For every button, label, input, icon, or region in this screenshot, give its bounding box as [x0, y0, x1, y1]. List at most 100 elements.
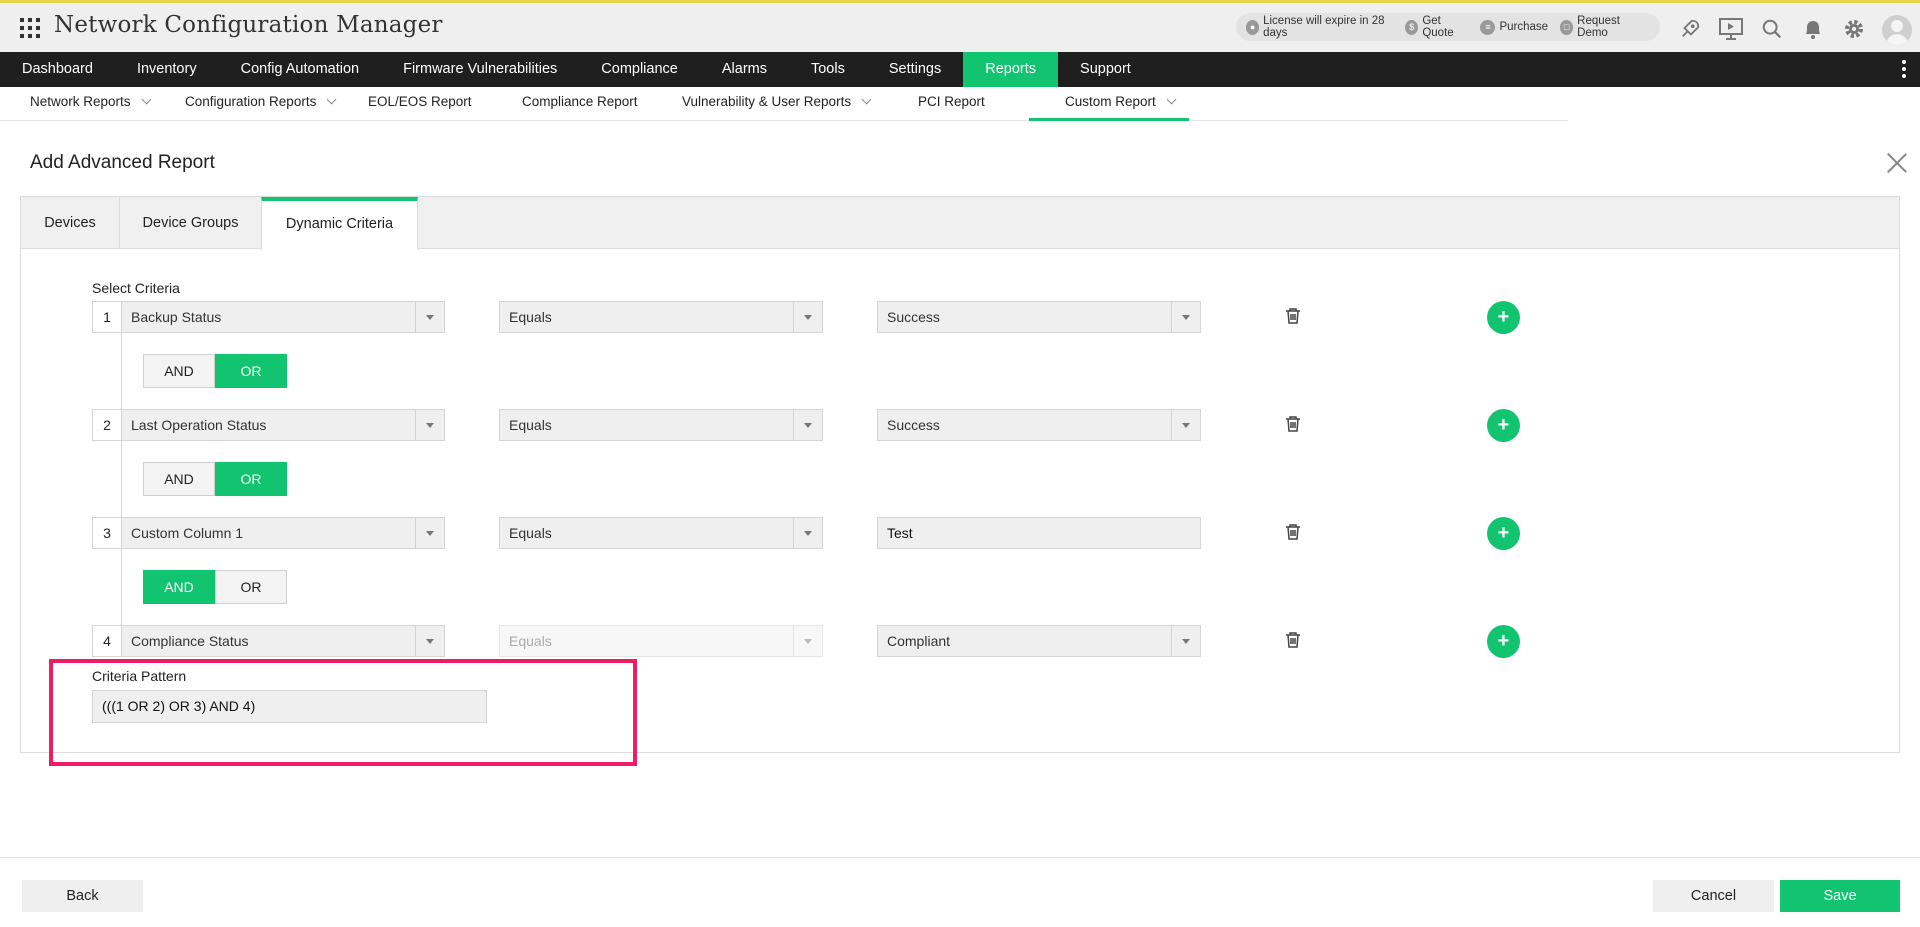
get-quote-link[interactable]: $ Get Quote [1405, 15, 1468, 39]
subnav-network-reports[interactable]: Network Reports [30, 87, 151, 121]
criteria-operator-select[interactable]: Equals [499, 301, 823, 333]
subnav-configuration-reports[interactable]: Configuration Reports [185, 87, 337, 121]
criteria-field-select[interactable]: Custom Column 1 [121, 517, 445, 549]
chevron-down-icon [415, 302, 444, 332]
add-criteria-button[interactable]: + [1487, 409, 1520, 442]
criteria-operator-select[interactable]: Equals [499, 517, 823, 549]
criteria-operator-select[interactable]: Equals [499, 409, 823, 441]
nav-inventory[interactable]: Inventory [115, 52, 219, 87]
chevron-down-icon [415, 626, 444, 656]
criteria-field-value: Last Operation Status [131, 417, 267, 433]
criteria-field-select[interactable]: Backup Status [121, 301, 445, 333]
subnav-custom-report[interactable]: Custom Report [1029, 87, 1189, 121]
tab-device-groups[interactable]: Device Groups [120, 197, 262, 249]
chevron-down-icon [1166, 94, 1177, 105]
trash-icon[interactable] [1284, 307, 1302, 325]
criteria-operator-value: Equals [509, 309, 552, 325]
and-button[interactable]: AND [143, 462, 215, 496]
tab-devices[interactable]: Devices [21, 197, 120, 249]
more-menu-icon[interactable] [1902, 60, 1906, 81]
criteria-field-select[interactable]: Last Operation Status [121, 409, 445, 441]
cart-icon: ≡ [1480, 19, 1496, 35]
criteria-operator-select: Equals [499, 625, 823, 657]
criteria-operator-value: Equals [509, 633, 552, 649]
nav-dashboard[interactable]: Dashboard [0, 52, 115, 87]
criteria-value-input[interactable]: Test [877, 517, 1201, 549]
subnav-vulnerability-user-reports[interactable]: Vulnerability & User Reports [682, 87, 872, 121]
criteria-field-select[interactable]: Compliance Status [121, 625, 445, 657]
subnav-label: Compliance Report [522, 94, 638, 109]
criteria-row-number: 1 [92, 301, 122, 333]
add-criteria-button[interactable]: + [1487, 517, 1520, 550]
chevron-down-icon [415, 518, 444, 548]
license-expiry[interactable]: ● License will expire in 28 days [1246, 15, 1393, 39]
app-title: Network Configuration Manager [54, 12, 443, 38]
criteria-value-select[interactable]: Compliant [877, 625, 1201, 657]
nav-support[interactable]: Support [1058, 52, 1153, 87]
top-icon-bar [1676, 15, 1867, 42]
search-icon[interactable] [1758, 15, 1785, 42]
trash-icon[interactable] [1284, 523, 1302, 541]
criteria-operator-value: Equals [509, 417, 552, 433]
license-expiry-label: License will expire in 28 days [1263, 15, 1385, 39]
top-bar: Network Configuration Manager ● License … [0, 0, 1920, 52]
chevron-down-icon [415, 410, 444, 440]
criteria-row-number: 3 [92, 517, 122, 549]
bell-icon[interactable] [1799, 15, 1826, 42]
footer-divider [0, 857, 1920, 858]
close-icon[interactable] [1886, 152, 1908, 174]
tab-dynamic-criteria[interactable]: Dynamic Criteria [261, 197, 418, 250]
purchase-link[interactable]: ≡ Purchase [1480, 19, 1548, 35]
chevron-down-icon [141, 94, 151, 105]
chevron-down-icon [326, 94, 337, 105]
chevron-down-icon [1171, 302, 1200, 332]
criteria-value: Success [887, 309, 940, 325]
back-button[interactable]: Back [22, 880, 143, 912]
apps-grid-icon[interactable] [20, 18, 40, 38]
subnav-label: Configuration Reports [185, 94, 317, 109]
or-button[interactable]: OR [215, 354, 287, 388]
nav-tools[interactable]: Tools [789, 52, 867, 87]
add-criteria-button[interactable]: + [1487, 301, 1520, 334]
save-button[interactable]: Save [1780, 880, 1900, 912]
user-avatar[interactable] [1882, 15, 1912, 45]
cancel-button[interactable]: Cancel [1653, 880, 1774, 912]
subnav-compliance-report[interactable]: Compliance Report [522, 87, 638, 121]
criteria-value-select[interactable]: Success [877, 301, 1201, 333]
chevron-down-icon [793, 302, 822, 332]
chevron-down-icon [1171, 410, 1200, 440]
trash-icon[interactable] [1284, 415, 1302, 433]
or-button[interactable]: OR [215, 462, 287, 496]
and-button[interactable]: AND [143, 570, 215, 604]
add-criteria-button[interactable]: + [1487, 625, 1520, 658]
subnav-eol-eos-report[interactable]: EOL/EOS Report [368, 87, 472, 121]
gear-icon[interactable] [1840, 15, 1867, 42]
request-demo-link[interactable]: □ Request Demo [1560, 15, 1644, 39]
criteria-value-select[interactable]: Success [877, 409, 1201, 441]
and-or-toggle: AND OR [143, 354, 287, 388]
and-button[interactable]: AND [143, 354, 215, 388]
subnav-pci-report[interactable]: PCI Report [918, 87, 985, 121]
trash-icon[interactable] [1284, 631, 1302, 649]
chevron-down-icon [1171, 626, 1200, 656]
nav-firmware-vulnerabilities[interactable]: Firmware Vulnerabilities [381, 52, 579, 87]
and-or-toggle: AND OR [143, 462, 287, 496]
criteria-field-value: Backup Status [131, 309, 222, 325]
chevron-down-icon [793, 626, 822, 656]
nav-settings[interactable]: Settings [867, 52, 963, 87]
rocket-icon[interactable] [1676, 15, 1703, 42]
criteria-row-number: 2 [92, 409, 122, 441]
or-button[interactable]: OR [215, 570, 287, 604]
subnav-label: PCI Report [918, 94, 985, 109]
and-or-toggle: AND OR [143, 570, 287, 604]
main-nav: Dashboard Inventory Config Automation Firmw… [0, 52, 1920, 87]
chevron-down-icon [793, 518, 822, 548]
nav-compliance[interactable]: Compliance [579, 52, 700, 87]
nav-reports[interactable]: Reports [963, 52, 1059, 87]
demo-icon: □ [1560, 19, 1574, 35]
presentation-icon[interactable] [1717, 15, 1744, 42]
select-criteria-label: Select Criteria [92, 280, 180, 296]
nav-config-automation[interactable]: Config Automation [219, 52, 382, 87]
criteria-pattern-highlight [49, 659, 637, 766]
nav-alarms[interactable]: Alarms [700, 52, 789, 87]
